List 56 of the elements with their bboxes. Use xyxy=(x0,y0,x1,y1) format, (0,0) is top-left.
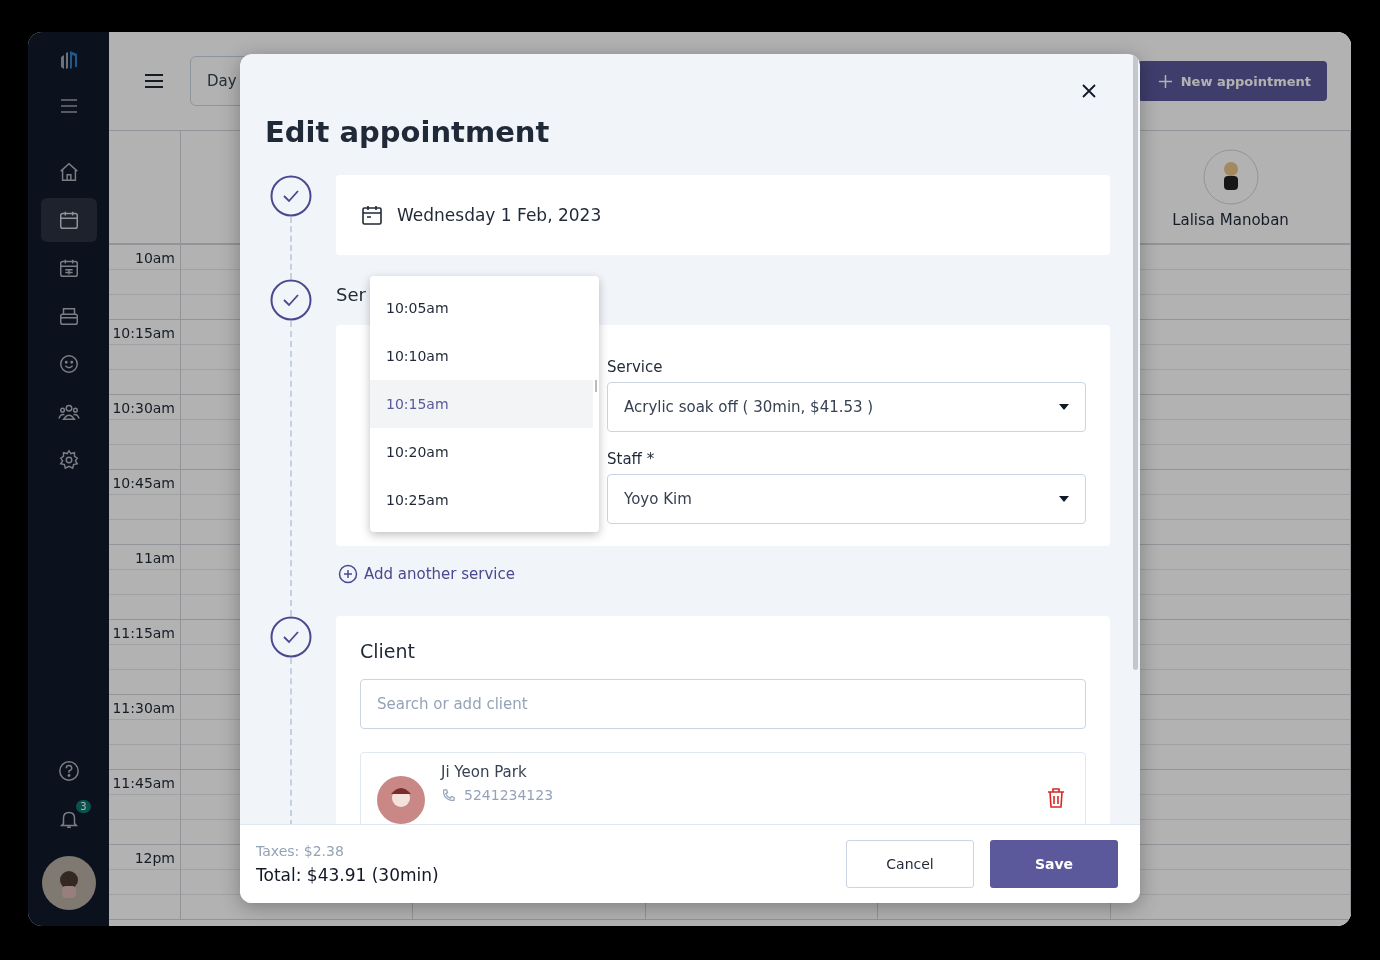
time-label: 10:30am xyxy=(112,400,175,416)
save-button[interactable]: Save xyxy=(990,840,1118,888)
close-icon[interactable] xyxy=(1082,84,1096,98)
settings-icon xyxy=(57,449,80,471)
client-name: Ji Yeon Park xyxy=(441,763,528,781)
field-label: Staff * xyxy=(607,450,656,468)
home-icon xyxy=(57,161,80,183)
time-label: 11am xyxy=(134,550,175,566)
time-label: 10:45am xyxy=(112,475,175,491)
smiley-icon xyxy=(57,353,80,375)
check-icon xyxy=(270,175,312,217)
time-label: 11:15am xyxy=(112,625,175,641)
calendar-icon xyxy=(57,209,80,231)
caret-icon xyxy=(1059,496,1069,502)
caret-icon xyxy=(1059,404,1069,410)
check-icon xyxy=(270,616,312,658)
section-heading: Client xyxy=(360,642,416,661)
total-text: Total: $43.91 (30min) xyxy=(256,865,440,885)
plus-icon xyxy=(1157,73,1173,89)
taxes-text: Taxes: $2.38 xyxy=(256,843,345,859)
nav-item[interactable] xyxy=(40,198,97,242)
time-label: 10:15am xyxy=(112,325,175,341)
menu-icon[interactable] xyxy=(144,71,164,91)
client-search-field[interactable]: Search or add client xyxy=(360,679,1086,729)
time-option[interactable]: 10:05am xyxy=(370,284,593,332)
time-option[interactable]: 10:15am xyxy=(370,380,593,428)
section-heading: Ser xyxy=(336,286,366,304)
time-label: 10am xyxy=(134,250,175,266)
staff-select[interactable]: Yoyo Kim xyxy=(607,474,1086,524)
time-label: 12pm xyxy=(134,850,175,866)
client-phone: 5241234123 xyxy=(464,787,554,803)
trash-icon[interactable] xyxy=(1047,788,1065,808)
check-icon xyxy=(270,279,312,321)
client-avatar xyxy=(377,776,425,824)
calendar-icon xyxy=(361,204,383,226)
plus-circle-icon xyxy=(338,564,358,584)
staff-name: Lalisa Manoban xyxy=(1172,211,1289,229)
calendar-grid-icon xyxy=(57,257,80,279)
cancel-button[interactable]: Cancel xyxy=(846,840,974,888)
phone-icon xyxy=(441,787,456,803)
appointment-date: Wednesday 1 Feb, 2023 xyxy=(397,205,602,225)
staff-avatar xyxy=(1202,149,1259,205)
notification-badge: 3 xyxy=(76,800,91,813)
dialog-title: Edit appointment xyxy=(265,118,551,147)
user-avatar[interactable] xyxy=(41,856,96,910)
time-option[interactable]: 10:25am xyxy=(370,476,593,524)
tray-icon xyxy=(57,305,80,327)
time-option[interactable]: 10:20am xyxy=(370,428,593,476)
field-label: Service xyxy=(607,358,664,376)
new-appointment-button[interactable]: New appointment xyxy=(1137,61,1327,101)
add-service-link[interactable]: Add another service xyxy=(338,564,515,584)
help-icon[interactable] xyxy=(57,760,80,782)
time-label: 11:45am xyxy=(112,775,175,791)
time-label: 11:30am xyxy=(112,700,175,716)
time-option[interactable]: 10:10am xyxy=(370,332,593,380)
service-select[interactable]: Acrylic soak off ( 30min, $41.53 ) xyxy=(607,382,1086,432)
